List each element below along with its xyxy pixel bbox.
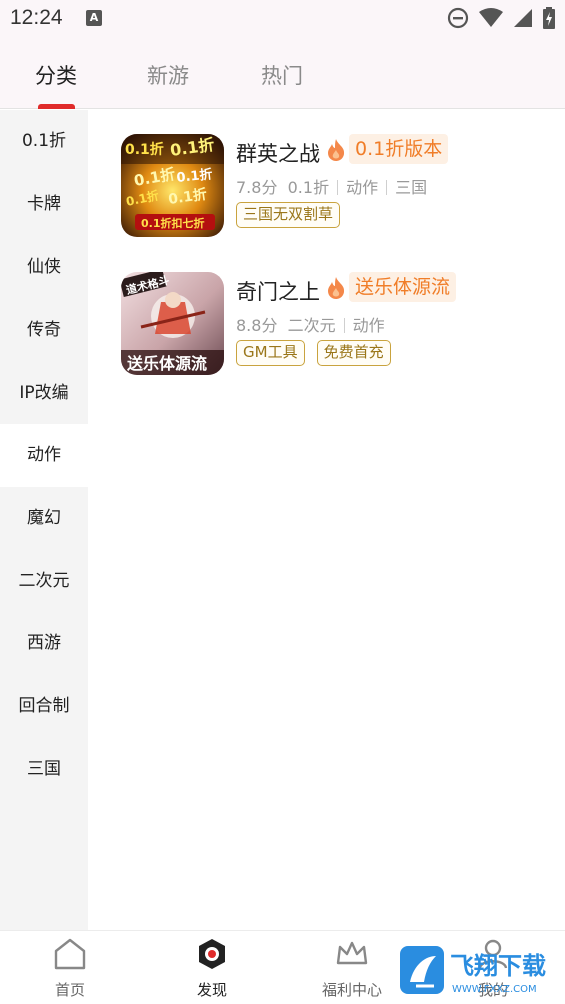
game-tag: 免费首充	[316, 340, 391, 366]
sidebar-item-action[interactable]: 动作	[0, 424, 88, 487]
tab-new-games[interactable]: 新游	[147, 60, 189, 90]
wifi-icon	[479, 8, 503, 27]
sidebar-item-ip-adaptation[interactable]: IP改编	[0, 362, 88, 425]
status-bar: 12:24 A	[0, 0, 565, 36]
game-title: 奇门之上	[236, 280, 320, 304]
sidebar-item-legend[interactable]: 传奇	[0, 299, 88, 362]
game-score: 8.8分	[236, 316, 278, 335]
status-time: 12:24	[10, 6, 63, 29]
watermark-sub: WWW.FXXZ.COM	[452, 984, 537, 995]
tab-category[interactable]: 分类	[35, 60, 77, 90]
game-tags: 三国无双割草	[236, 202, 341, 228]
discover-icon	[199, 939, 225, 969]
fire-icon	[328, 277, 345, 299]
watermark-logo: 飞翔下载 WWW.FXXZ.COM	[400, 942, 558, 998]
active-tab-indicator	[38, 104, 75, 109]
home-icon	[54, 938, 86, 970]
game-tag: 三国无双割草	[236, 202, 341, 228]
nav-label: 发现	[196, 981, 227, 999]
fire-icon	[328, 139, 345, 161]
game-meta-item: 0.1折	[287, 178, 330, 197]
game-icon[interactable]: 道术格斗 送乐体源流	[121, 272, 224, 375]
game-icon-text: 0.1折	[125, 141, 164, 158]
game-meta-item: 二次元	[287, 316, 336, 335]
game-meta-item: 动作	[352, 316, 385, 335]
tab-hot[interactable]: 热门	[261, 60, 303, 90]
a-app-icon: A	[86, 10, 102, 26]
promo-badge: 0.1折版本	[349, 134, 449, 164]
game-tags: GM工具 免费首充	[236, 340, 391, 366]
do-not-disturb-icon	[447, 7, 469, 29]
nav-label: 首页	[54, 981, 85, 999]
game-meta: 8.8分 二次元 动作	[236, 312, 385, 336]
game-meta-item: 动作	[346, 178, 379, 197]
nav-discover[interactable]: 发现	[152, 931, 272, 1004]
game-title: 群英之战	[236, 142, 320, 166]
sidebar-item-turn-based[interactable]: 回合制	[0, 675, 88, 738]
sidebar-item-xianxia[interactable]: 仙侠	[0, 236, 88, 299]
game-list-item[interactable]: 道术格斗 送乐体源流 奇门之上 送乐体源流 8.8分 二次元 动作 GM工具 免费…	[121, 272, 561, 377]
promo-badge: 送乐体源流	[349, 272, 457, 302]
nav-home[interactable]: 首页	[10, 931, 130, 1004]
watermark-text: 飞翔下载	[450, 952, 546, 980]
svg-text:0.1折扣七折: 0.1折扣七折	[141, 216, 205, 230]
game-score: 7.8分	[236, 178, 278, 197]
game-meta: 7.8分 0.1折 动作 三国	[236, 174, 427, 198]
sidebar-item-fantasy[interactable]: 魔幻	[0, 487, 88, 550]
sidebar-item-0.1-discount[interactable]: 0.1折	[0, 110, 88, 173]
sidebar-item-card[interactable]: 卡牌	[0, 173, 88, 236]
nav-label: 福利中心	[321, 981, 382, 999]
crown-icon	[336, 941, 368, 965]
game-tag: GM工具	[236, 340, 305, 366]
sidebar-item-anime[interactable]: 二次元	[0, 550, 88, 613]
sidebar-item-three-kingdoms[interactable]: 三国	[0, 738, 88, 801]
game-icon-text: 送乐体源流	[126, 354, 207, 373]
status-icons	[447, 7, 555, 29]
nav-welfare-center[interactable]: 福利中心	[292, 931, 412, 1004]
category-sidebar: 0.1折 卡牌 仙侠 传奇 IP改编 动作 魔幻 二次元 西游 回合制 三国	[0, 110, 88, 930]
signal-icon	[514, 9, 532, 27]
sidebar-item-journey-west[interactable]: 西游	[0, 612, 88, 675]
game-icon[interactable]: 0.1折 0.1折 0.1折 0.1折 0.1折 0.1折 0.1折扣七折	[121, 134, 224, 237]
battery-charging-icon	[543, 7, 555, 29]
game-meta-item: 三国	[395, 178, 428, 197]
game-list-item[interactable]: 0.1折 0.1折 0.1折 0.1折 0.1折 0.1折 0.1折扣七折 群英…	[121, 134, 561, 239]
top-tab-bar: 分类 新游 热门	[0, 36, 565, 109]
